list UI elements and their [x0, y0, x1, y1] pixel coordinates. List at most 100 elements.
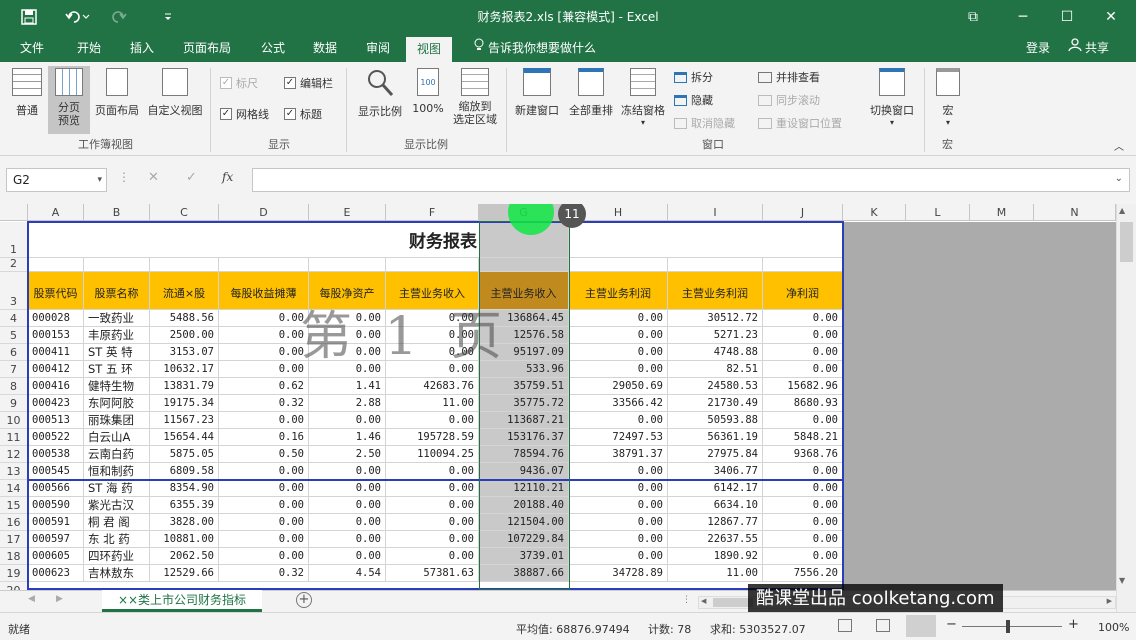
data-cell[interactable]: 38887.66: [479, 565, 569, 582]
data-cell[interactable]: 000416: [28, 378, 84, 395]
data-cell[interactable]: 0.00: [309, 463, 386, 480]
row-header[interactable]: 6: [0, 344, 28, 361]
reset-window-position-button[interactable]: 重设窗口位置: [758, 115, 842, 131]
row-header[interactable]: 16: [0, 514, 28, 531]
data-cell[interactable]: 12867.77: [668, 514, 763, 531]
formula-bar-checkbox[interactable]: ✓ 编辑栏: [284, 75, 333, 91]
header-cell[interactable]: 每股收益摊薄: [219, 272, 309, 310]
data-cell[interactable]: 云南白药: [84, 446, 150, 463]
data-cell[interactable]: 0.00: [569, 344, 668, 361]
data-cell[interactable]: 000545: [28, 463, 84, 480]
tab-formulas[interactable]: 公式: [257, 34, 289, 62]
row-header[interactable]: 18: [0, 548, 28, 565]
data-cell[interactable]: 1890.92: [668, 548, 763, 565]
sign-in-link[interactable]: 登录: [1022, 34, 1054, 62]
prev-sheet-icon[interactable]: ◀: [28, 594, 35, 604]
data-cell[interactable]: 50593.88: [668, 412, 763, 429]
title-cell[interactable]: 财务报表: [28, 222, 843, 258]
data-cell[interactable]: 0.32: [219, 395, 309, 412]
zoom-slider-thumb[interactable]: [1006, 620, 1010, 633]
data-cell[interactable]: 0.00: [569, 480, 668, 497]
ruler-checkbox[interactable]: ✓ 标尺: [220, 75, 258, 91]
data-cell[interactable]: 0.00: [219, 548, 309, 565]
row-header[interactable]: 20: [0, 582, 28, 590]
data-cell[interactable]: 0.00: [309, 497, 386, 514]
scroll-down-icon[interactable]: ▼: [1119, 576, 1125, 585]
headings-checkbox[interactable]: ✓ 标题: [284, 106, 322, 122]
data-cell[interactable]: 153176.37: [479, 429, 569, 446]
arrange-all-button[interactable]: 全部重排: [564, 68, 618, 118]
tab-page-layout[interactable]: 页面布局: [179, 34, 235, 62]
row-header[interactable]: 10: [0, 412, 28, 429]
column-header-j[interactable]: J: [763, 204, 843, 221]
data-cell[interactable]: 0.00: [309, 514, 386, 531]
tab-view[interactable]: 视图: [406, 37, 453, 62]
column-header-m[interactable]: M: [970, 204, 1034, 221]
data-cell[interactable]: 4748.88: [668, 344, 763, 361]
data-cell[interactable]: 0.00: [219, 480, 309, 497]
data-cell[interactable]: 0.62: [219, 378, 309, 395]
data-cell[interactable]: 4.54: [309, 565, 386, 582]
data-cell[interactable]: 0.00: [386, 412, 479, 429]
data-cell[interactable]: 000590: [28, 497, 84, 514]
data-cell[interactable]: ST 五 环: [84, 361, 150, 378]
tell-me-box[interactable]: 告诉我你想要做什么: [470, 34, 600, 62]
data-cell[interactable]: 0.00: [569, 361, 668, 378]
data-cell[interactable]: 紫光古汉: [84, 497, 150, 514]
column-header-d[interactable]: D: [219, 204, 309, 221]
data-cell[interactable]: 000597: [28, 531, 84, 548]
header-cell[interactable]: 股票名称: [84, 272, 150, 310]
empty-cell[interactable]: [309, 258, 386, 272]
empty-cell[interactable]: [479, 258, 569, 272]
column-header-e[interactable]: E: [309, 204, 386, 221]
data-cell[interactable]: 1.41: [309, 378, 386, 395]
data-cell[interactable]: 000028: [28, 310, 84, 327]
data-cell[interactable]: 东 北 药: [84, 531, 150, 548]
sync-scroll-button[interactable]: 同步滚动: [758, 92, 820, 108]
column-header-b[interactable]: B: [84, 204, 150, 221]
data-cell[interactable]: 四环药业: [84, 548, 150, 565]
data-cell[interactable]: 0.00: [386, 514, 479, 531]
data-cell[interactable]: 6809.58: [150, 463, 219, 480]
empty-cell[interactable]: [668, 258, 763, 272]
data-cell[interactable]: 桐 君 阁: [84, 514, 150, 531]
data-cell[interactable]: 33566.42: [569, 395, 668, 412]
data-cell[interactable]: 0.00: [763, 514, 843, 531]
data-cell[interactable]: 29050.69: [569, 378, 668, 395]
enter-icon[interactable]: ✓: [186, 170, 197, 185]
switch-windows-button[interactable]: 切换窗口 ▾: [864, 68, 920, 127]
column-header-l[interactable]: L: [906, 204, 970, 221]
data-cell[interactable]: 0.50: [219, 446, 309, 463]
tab-review[interactable]: 审阅: [362, 34, 394, 62]
insert-function-icon[interactable]: fx: [222, 170, 233, 184]
worksheet-grid[interactable]: ABCDEFGHIJKLMN 1234567891011121314151617…: [0, 204, 1116, 590]
view-side-by-side-button[interactable]: 并排查看: [758, 69, 820, 85]
data-cell[interactable]: 8354.90: [150, 480, 219, 497]
data-cell[interactable]: 000513: [28, 412, 84, 429]
data-cell[interactable]: 0.00: [569, 327, 668, 344]
data-cell[interactable]: 11.00: [386, 395, 479, 412]
data-cell[interactable]: 0.00: [219, 344, 309, 361]
data-cell[interactable]: 11567.23: [150, 412, 219, 429]
data-cell[interactable]: 0.00: [763, 497, 843, 514]
data-cell[interactable]: 000591: [28, 514, 84, 531]
empty-cell[interactable]: [386, 258, 479, 272]
name-box[interactable]: G2 ▾: [6, 168, 107, 192]
header-cell[interactable]: 主营业务利润: [569, 272, 668, 310]
empty-cell[interactable]: [569, 258, 668, 272]
empty-cell[interactable]: [219, 258, 309, 272]
zoom-100-button[interactable]: 100 100%: [410, 68, 446, 115]
data-cell[interactable]: 2.50: [309, 446, 386, 463]
cancel-icon[interactable]: ✕: [148, 170, 159, 185]
data-cell[interactable]: 000522: [28, 429, 84, 446]
page-break-line[interactable]: [27, 479, 844, 481]
custom-views-button[interactable]: 自定义视图: [144, 68, 206, 118]
data-cell[interactable]: 15682.96: [763, 378, 843, 395]
data-cell[interactable]: 000605: [28, 548, 84, 565]
data-cell[interactable]: 13831.79: [150, 378, 219, 395]
row-header[interactable]: 5: [0, 327, 28, 344]
tab-home[interactable]: 开始: [73, 34, 105, 62]
data-cell[interactable]: 6634.10: [668, 497, 763, 514]
gridlines-checkbox[interactable]: ✓ 网格线: [220, 106, 269, 122]
empty-cell[interactable]: [84, 258, 150, 272]
